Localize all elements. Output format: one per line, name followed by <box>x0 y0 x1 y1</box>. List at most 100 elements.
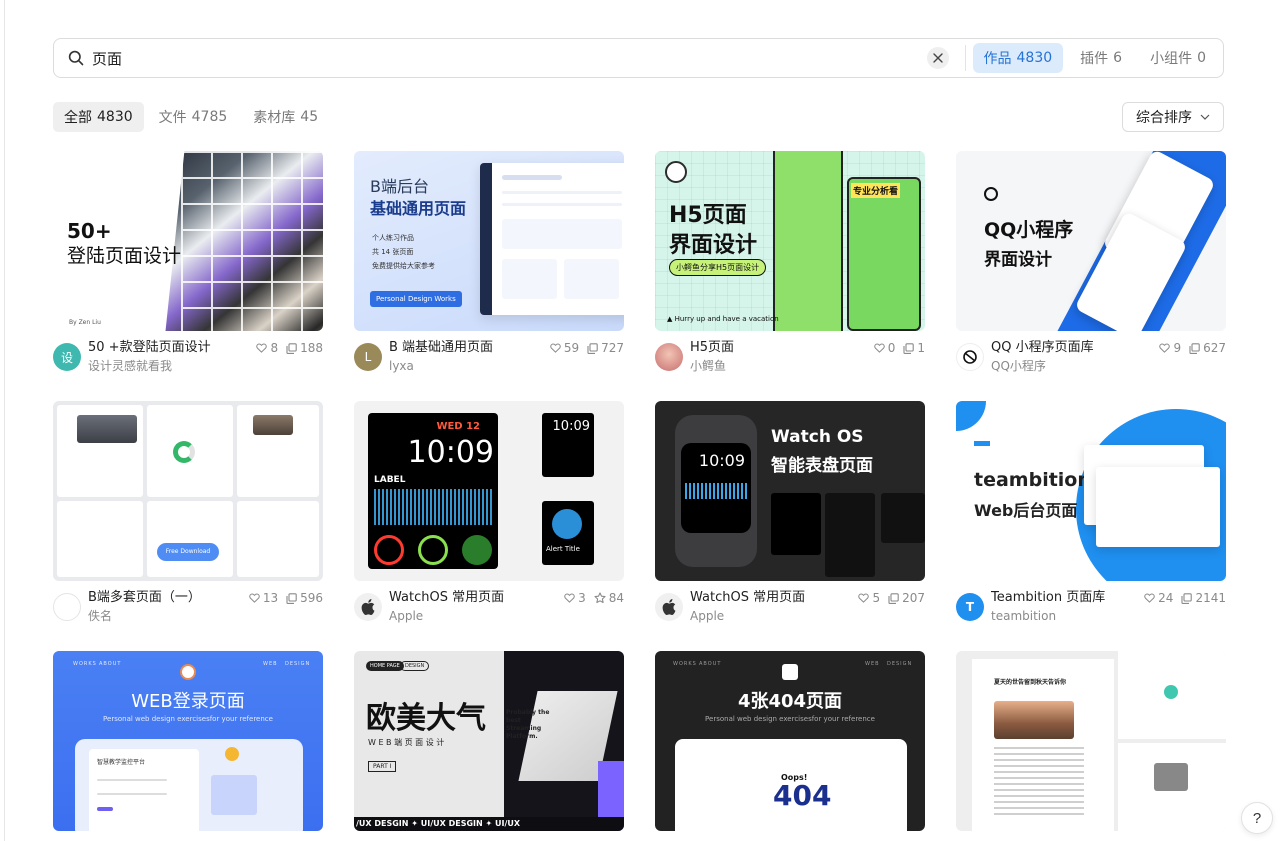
tab-label: 插件 <box>1080 51 1109 67</box>
qq-icon <box>963 350 977 364</box>
teambition-logo-icon <box>974 441 990 459</box>
thumb-nav: DESIGN <box>285 661 311 667</box>
avatar <box>655 343 683 371</box>
thumb-photo <box>77 415 137 443</box>
copies-count: 596 <box>300 591 323 605</box>
card-title: QQ 小程序页面库 <box>991 340 1094 355</box>
thumb-time: 10:09 <box>407 435 494 470</box>
card-title: Teambition 页面库 <box>991 590 1106 605</box>
card-author: teambition <box>991 609 1057 623</box>
thumb-watch-screen: 10:09 <box>681 443 751 533</box>
thumb-footnote: ▲ Hurry up and have a vacation <box>667 315 779 323</box>
thumb-time: 10:09 <box>698 451 745 470</box>
filter-all[interactable]: 全部 4830 <box>53 102 144 132</box>
filter-libraries[interactable]: 素材库 45 <box>242 102 329 132</box>
thumb-illustration <box>211 775 257 815</box>
search-divider <box>964 45 966 71</box>
filter-row: 全部 4830 文件 4785 素材库 45 综合排序 <box>53 102 1224 132</box>
result-card[interactable]: WORKS ABOUT WEB DESIGN 4张404页面 Personal … <box>655 651 925 841</box>
thumb-phone <box>847 177 921 331</box>
search-input[interactable] <box>92 39 927 77</box>
likes-count: 8 <box>270 341 279 355</box>
filter-count: 4830 <box>97 109 133 125</box>
thumb-browser: 智慧教学监控平台 <box>75 739 303 831</box>
copy-icon <box>587 342 598 354</box>
heart-icon <box>249 593 260 603</box>
thumb-screen <box>237 501 319 577</box>
result-card[interactable]: 10:09 Watch OS 智能表盘页面 WatchOS 常用页面 Apple… <box>655 401 925 631</box>
thumb-nav: WEB <box>263 661 278 667</box>
apple-logo-icon <box>662 599 676 615</box>
thumb-part: PART I <box>368 761 397 772</box>
thumb-avatar <box>180 664 196 680</box>
thumb-tag: DESIGN <box>400 661 430 671</box>
card-stats: 9 627 <box>1159 339 1226 357</box>
tab-works[interactable]: 作品 4830 <box>972 43 1064 73</box>
result-card[interactable]: QQ小程序 界面设计 QQ 小程序页面库 QQ小程序 9 627 <box>956 151 1226 381</box>
tab-label: 小组件 <box>1150 51 1193 67</box>
tab-widgets[interactable]: 小组件 0 <box>1139 43 1217 73</box>
help-icon: ? <box>1252 809 1262 827</box>
tab-label: 作品 <box>983 51 1012 67</box>
thumb-title-2: Web后台页面 <box>974 501 1078 520</box>
copy-icon <box>903 342 915 354</box>
result-card[interactable]: 夏天的世告留到秋天告诉你 <box>956 651 1226 841</box>
thumb-watch-small: Alert Title <box>542 501 594 565</box>
result-card[interactable]: teambition Web后台页面 T Teambition 页面库 team… <box>956 401 1226 631</box>
thumb-marquee: /UX DESGIN ✦ UI/UX DESGIN ✦ UI/UX <box>354 817 624 831</box>
thumb-bullet: 个人练习作品 <box>372 234 414 242</box>
chevron-down-icon <box>1200 114 1210 120</box>
thumb-button: Personal Design Works <box>370 291 462 307</box>
copies-count: 627 <box>1203 341 1226 355</box>
result-card[interactable]: Free Download B端多套页面（一） 佚名 13 596 <box>53 401 323 631</box>
copies-count: 727 <box>601 341 624 355</box>
thumb-small-label: Alert Title <box>546 545 580 553</box>
thumb-login-panel: 智慧教学监控平台 <box>89 749 199 831</box>
tab-count: 4830 <box>1016 50 1053 66</box>
apple-logo-icon <box>361 599 375 615</box>
card-meta: WatchOS 常用页面 Apple 5 207 <box>655 589 925 625</box>
thumb-screen <box>771 493 821 555</box>
tab-plugins[interactable]: 插件 6 <box>1069 43 1133 73</box>
results-grid: 50+ 登陆页面设计 By Zen Liu 设 50 +款登陆页面设计 设计灵感… <box>53 151 1226 841</box>
heart-icon <box>858 593 870 603</box>
avatar <box>354 593 382 621</box>
card-stats: 24 2141 <box>1144 589 1226 607</box>
thumb-title-2: W E B 端 页 面 设 计 <box>368 738 445 747</box>
result-card[interactable]: 50+ 登陆页面设计 By Zen Liu 设 50 +款登陆页面设计 设计灵感… <box>53 151 323 381</box>
thumb-screen <box>1096 467 1220 547</box>
clear-search-button[interactable] <box>926 47 949 69</box>
thumb-chart <box>173 441 195 463</box>
card-thumbnail: QQ小程序 界面设计 <box>956 151 1226 331</box>
help-button[interactable]: ? <box>1241 802 1273 834</box>
filter-count: 4785 <box>191 109 228 125</box>
result-card[interactable]: H5页面 界面设计 小鳄鱼分享H5页面设计 专业分析看 ▲ Hurry up a… <box>655 151 925 381</box>
card-thumbnail: Probably the best Streaming Platform. HO… <box>354 651 624 831</box>
thumb-button: Free Download <box>157 543 219 561</box>
card-thumbnail: WORKS ABOUT WEB DESIGN WEB登录页面 Personal … <box>53 651 323 831</box>
result-card[interactable]: WED 12 10:09 LABEL 10:09 Alert Title Wat <box>354 401 624 631</box>
thumb-phone <box>773 151 843 331</box>
card-thumbnail: 10:09 Watch OS 智能表盘页面 <box>655 401 925 581</box>
thumb-title-2: 基础通用页面 <box>370 199 467 218</box>
tab-count: 0 <box>1197 50 1206 66</box>
heart-icon <box>550 343 561 353</box>
sort-select[interactable]: 综合排序 <box>1122 102 1224 132</box>
result-card[interactable]: Probably the best Streaming Platform. HO… <box>354 651 624 841</box>
thumb-photo <box>253 415 293 435</box>
likes-count: 13 <box>262 591 279 605</box>
avatar: 设 <box>53 343 81 371</box>
thumb-quote: Probably the best Streaming Platform. <box>506 709 550 740</box>
card-thumbnail: 50+ 登陆页面设计 By Zen Liu <box>53 151 323 331</box>
thumb-title-1: H5页面 <box>669 203 747 228</box>
copies-count: 1 <box>917 341 925 355</box>
result-card[interactable]: B端后台 基础通用页面 个人练习作品 共 14 张页面 免费提供给大家参考 Pe… <box>354 151 624 381</box>
filter-files[interactable]: 文件 4785 <box>148 102 239 132</box>
card-author: Apple <box>690 609 725 623</box>
thumb-marquee-text: /UX DESGIN ✦ UI/UX DESGIN ✦ UI/UX <box>356 819 521 828</box>
thumb-panel-title: 智慧教学监控平台 <box>97 759 146 766</box>
close-icon <box>932 53 943 63</box>
copies-count: 188 <box>300 341 323 355</box>
result-card[interactable]: WORKS ABOUT WEB DESIGN WEB登录页面 Personal … <box>53 651 323 841</box>
thumb-ring <box>462 535 492 565</box>
